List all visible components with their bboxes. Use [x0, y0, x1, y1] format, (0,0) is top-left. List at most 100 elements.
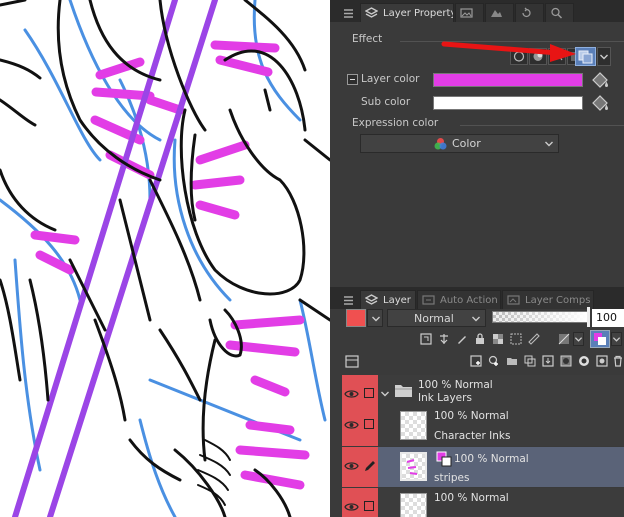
layer-opacity-mode: 100 % Normal — [434, 410, 509, 422]
visibility-toggle[interactable] — [342, 406, 361, 446]
layer-property-icon — [365, 7, 378, 18]
tab-image[interactable] — [455, 3, 484, 22]
opacity-field[interactable]: 100 — [592, 309, 624, 327]
edit-lock-toggle[interactable] — [361, 447, 378, 487]
tab-label: Layer — [383, 295, 411, 306]
chevron-down-icon — [372, 316, 380, 322]
layer-color-label: Layer color — [361, 73, 420, 85]
chevron-down-icon — [574, 337, 583, 342]
lock-transparent-icon[interactable] — [492, 333, 504, 345]
mask-dropdown[interactable] — [573, 332, 584, 346]
edit-lock-toggle[interactable] — [361, 488, 378, 517]
chevron-down-icon — [472, 316, 480, 322]
layer-color-toggle[interactable] — [590, 330, 610, 348]
new-folder-icon[interactable] — [506, 355, 518, 367]
draft-layer-icon[interactable] — [456, 333, 468, 345]
layer-color-swatch[interactable] — [433, 73, 583, 87]
apply-mask-icon[interactable] — [578, 355, 590, 367]
blend-mode-value: Normal — [414, 312, 454, 325]
eye-icon — [344, 503, 359, 511]
lock-icon[interactable] — [474, 333, 486, 345]
panel-layout-icon[interactable] — [345, 355, 359, 368]
opacity-slider-handle[interactable] — [587, 307, 590, 327]
effect-dropdown-button[interactable] — [597, 47, 611, 66]
visibility-toggle[interactable] — [342, 488, 361, 517]
tab-layer[interactable]: Layer — [360, 290, 416, 309]
layer-color-dropdown[interactable] — [611, 332, 622, 346]
tab-layer-property[interactable]: Layer Property — [360, 3, 454, 22]
new-vector-layer-icon[interactable] — [488, 355, 500, 367]
paint-bucket-icon[interactable] — [589, 70, 611, 90]
eye-icon — [344, 462, 359, 470]
new-raster-layer-icon[interactable] — [470, 355, 482, 367]
drawing-canvas[interactable] — [0, 0, 330, 517]
image-icon — [460, 8, 473, 18]
mountain-icon — [491, 10, 502, 17]
layer-color-collapse-toggle[interactable] — [347, 74, 358, 85]
tab-auto-action[interactable]: Auto Action — [417, 290, 501, 309]
sub-color-swatch[interactable] — [433, 96, 583, 110]
annotation-arrow — [441, 41, 576, 62]
expression-color-label: Expression color — [352, 117, 439, 129]
delete-layer-icon[interactable] — [612, 355, 624, 367]
reference-layer-icon[interactable] — [438, 333, 450, 345]
layer-thumbnail — [400, 493, 427, 517]
rotate-icon — [522, 7, 531, 18]
panel-menu-icon[interactable] — [344, 9, 353, 18]
layer-comps-icon — [507, 295, 520, 305]
blend-mode-dropdown[interactable]: Normal — [387, 309, 486, 327]
layer-body[interactable]: 100 % Normal Character Inks — [378, 406, 624, 446]
layer-opacity-mode: 100 % Normal — [434, 492, 509, 504]
layer-row[interactable]: 100 % Normal Character Inks — [342, 406, 624, 446]
layer-thumbnail — [400, 452, 427, 481]
ruler-icon[interactable] — [528, 333, 540, 345]
chevron-down-icon[interactable] — [380, 389, 390, 399]
add-mask-icon[interactable] — [596, 355, 608, 367]
expression-color-dropdown[interactable]: Color — [360, 134, 559, 153]
checkbox — [364, 419, 374, 429]
edit-lock-toggle[interactable] — [361, 406, 378, 446]
layer-row[interactable]: 100 % Normal — [342, 488, 624, 517]
mask-layer-icon[interactable] — [560, 355, 572, 367]
layer-name: stripes — [434, 472, 470, 484]
effect-label: Effect — [352, 33, 383, 45]
eye-icon — [344, 390, 359, 398]
panel-menu-icon[interactable] — [344, 296, 353, 305]
stripes-thumbnail — [406, 459, 418, 475]
layers-icon — [365, 294, 378, 305]
expression-color-value: Color — [452, 137, 481, 150]
layer-property-tabbar: Layer Property — [330, 0, 624, 22]
auto-action-icon — [422, 295, 435, 305]
transfer-to-lower-icon[interactable] — [524, 355, 536, 367]
pen-icon — [365, 461, 375, 471]
layer-name: Character Inks — [434, 430, 511, 442]
tab-rotate[interactable] — [515, 3, 544, 22]
opacity-slider[interactable] — [492, 311, 588, 323]
layer-row-selected[interactable]: 100 % Normal stripes — [342, 447, 624, 487]
artwork — [0, 0, 330, 517]
mask-icon[interactable] — [510, 333, 522, 345]
tab-label: Layer Comps — [525, 295, 591, 306]
layer-opacity-mode: 100 % Normal — [454, 453, 529, 465]
layer-name: Ink Layers — [418, 392, 472, 404]
main-color-dropdown[interactable] — [367, 309, 383, 327]
main-color-swatch[interactable] — [346, 309, 366, 327]
divider — [460, 125, 624, 126]
eye-icon — [344, 421, 359, 429]
layer-panel-tabbar: Layer Auto Action Layer Comps — [330, 287, 624, 309]
combine-to-lower-icon[interactable] — [542, 355, 554, 367]
mask-show-icon[interactable] — [558, 333, 570, 345]
tab-mountain[interactable] — [485, 3, 514, 22]
checkbox — [364, 388, 374, 398]
tab-search[interactable] — [545, 3, 574, 22]
tab-layer-comps[interactable]: Layer Comps — [502, 290, 594, 309]
visibility-toggle[interactable] — [342, 447, 361, 487]
layer-body[interactable]: 100 % Normal stripes — [378, 447, 624, 487]
chevron-down-icon — [545, 141, 553, 147]
folder-icon — [395, 385, 412, 397]
layer-thumbnail — [400, 411, 427, 440]
paint-bucket-icon[interactable] — [589, 93, 611, 113]
layer-body[interactable]: 100 % Normal — [378, 488, 624, 517]
chevron-down-icon — [612, 337, 621, 342]
clip-icon[interactable] — [420, 333, 432, 345]
